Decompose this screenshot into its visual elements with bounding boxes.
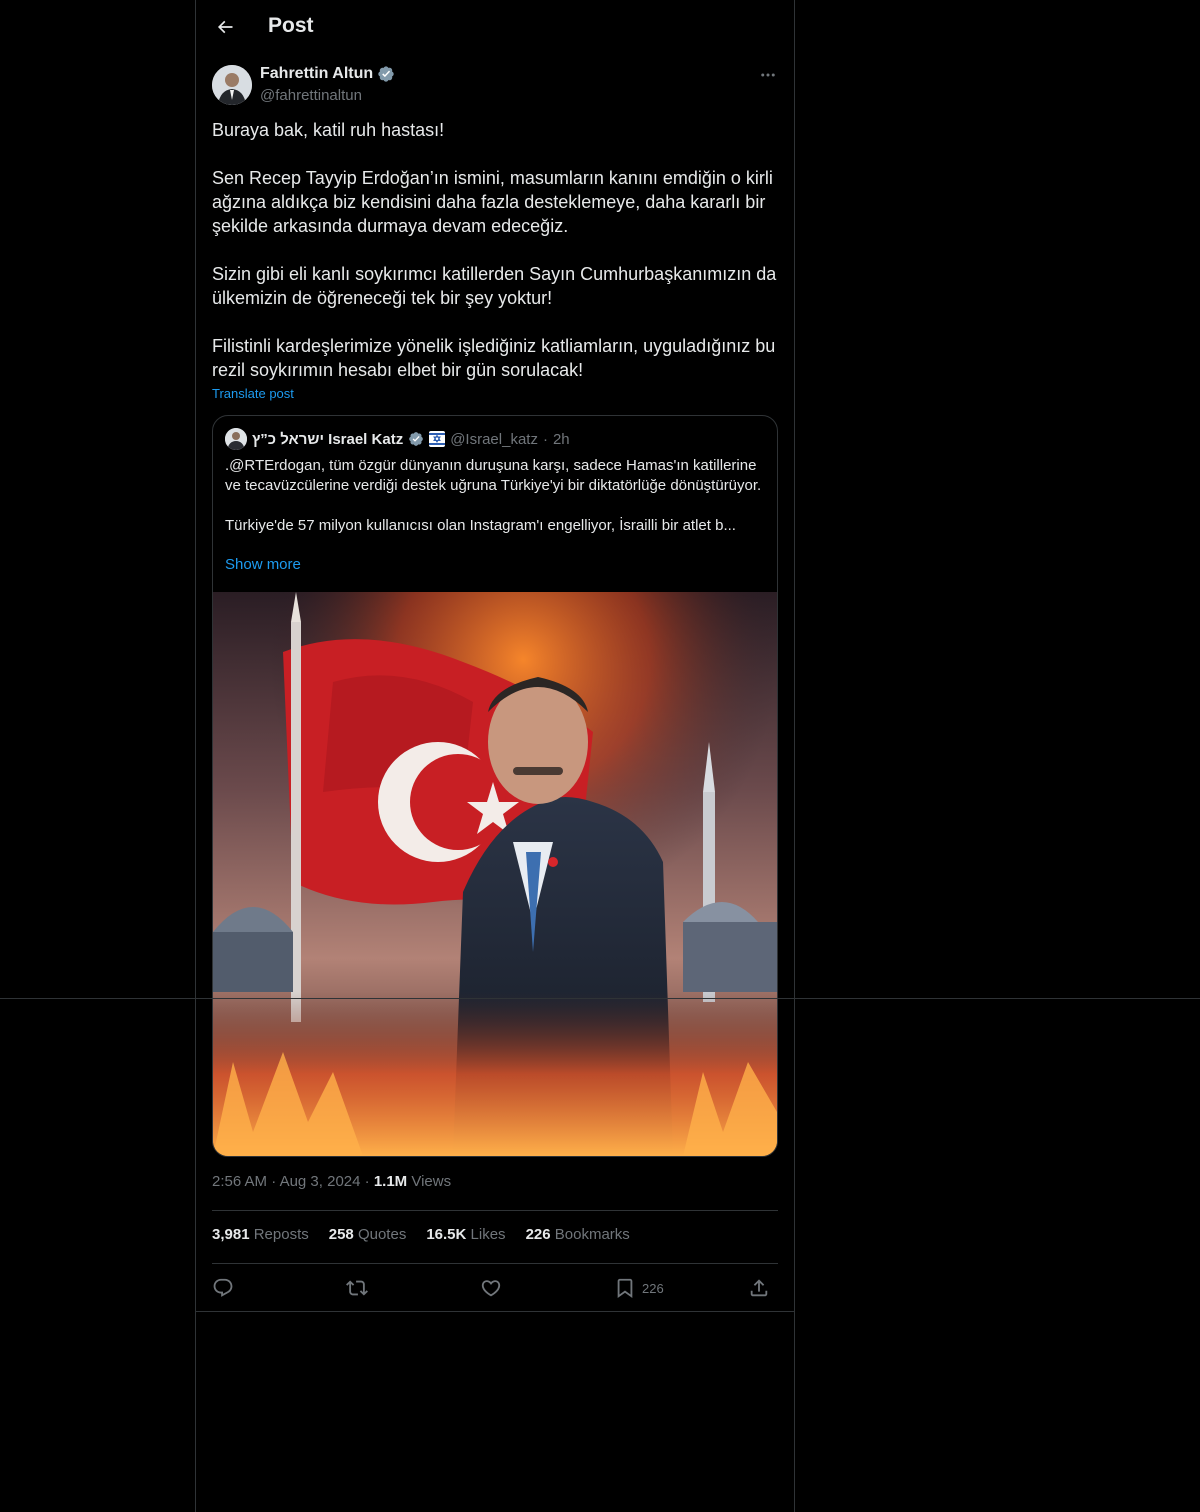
quoted-post-image[interactable] bbox=[213, 592, 777, 1156]
divider bbox=[212, 1263, 778, 1264]
post-date[interactable]: Aug 3, 2024 bbox=[280, 1173, 361, 1190]
verified-badge-icon bbox=[409, 432, 424, 446]
separator-dot: · bbox=[271, 1173, 277, 1190]
stat-label: Quotes bbox=[357, 1226, 407, 1243]
post-meta: 2:56 AM · Aug 3, 2024 · 1.1M Views bbox=[212, 1173, 451, 1190]
horizontal-divider-line bbox=[0, 998, 1200, 999]
repost-button[interactable] bbox=[346, 1276, 368, 1300]
action-bar: 226 bbox=[212, 1272, 778, 1304]
stat-label: Reposts bbox=[253, 1226, 309, 1243]
views-label: Views bbox=[411, 1173, 452, 1190]
post-paragraph: Buraya bak, katil ruh hastası! bbox=[212, 120, 445, 140]
reply-icon bbox=[213, 1278, 233, 1297]
post-paragraph: Sizin gibi eli kanlı soykırımcı katiller… bbox=[212, 264, 777, 308]
post-text: Buraya bak, katil ruh hastası! Sen Recep… bbox=[212, 118, 778, 406]
bookmark-count: 226 bbox=[642, 1280, 664, 1296]
post-stats: 3,981 Reposts 258 Quotes 16.5K Likes 226… bbox=[212, 1226, 630, 1243]
quotes-stat[interactable]: 258 Quotes bbox=[329, 1226, 407, 1243]
views-count: 1.1M bbox=[373, 1173, 408, 1190]
more-icon bbox=[761, 73, 775, 77]
bookmark-button[interactable]: 226 bbox=[614, 1276, 664, 1300]
author-avatar[interactable] bbox=[212, 65, 252, 105]
reply-button[interactable] bbox=[212, 1276, 234, 1300]
quoted-post-text: .@RTErdogan, tüm özgür dünyanın duruşuna… bbox=[225, 456, 765, 556]
post-time[interactable]: 2:56 AM bbox=[212, 1173, 267, 1190]
translate-post-link[interactable]: Translate post bbox=[212, 386, 294, 401]
stat-value: 258 bbox=[328, 1226, 354, 1243]
back-button[interactable] bbox=[210, 12, 240, 42]
heart-icon bbox=[481, 1280, 501, 1297]
quoted-post-header: ישראל כ”ץ Israel Katz @Israel_katz · 2h bbox=[225, 428, 570, 450]
verified-badge-icon bbox=[378, 66, 394, 82]
stat-label: Likes bbox=[470, 1226, 506, 1243]
more-options-button[interactable] bbox=[756, 64, 780, 86]
divider bbox=[196, 1311, 794, 1312]
stat-value: 16.5K bbox=[426, 1226, 467, 1243]
header: Post bbox=[196, 0, 794, 54]
likes-stat[interactable]: 16.5K Likes bbox=[426, 1226, 505, 1243]
stat-value: 226 bbox=[525, 1226, 551, 1243]
bookmark-icon bbox=[617, 1278, 633, 1299]
author-name[interactable]: Fahrettin Altun bbox=[260, 65, 373, 83]
like-button[interactable] bbox=[480, 1276, 502, 1300]
quoted-author-handle: @Israel_katz bbox=[450, 430, 538, 448]
stat-label: Bookmarks bbox=[554, 1226, 630, 1243]
post-paragraph: Sen Recep Tayyip Erdoğan’ın ismini, masu… bbox=[212, 168, 773, 236]
arrow-left-icon bbox=[217, 20, 233, 34]
quoted-post-time: 2h bbox=[552, 430, 570, 448]
separator-dot: · bbox=[542, 430, 548, 448]
page-title: Post bbox=[268, 14, 314, 37]
bookmarks-stat[interactable]: 226 Bookmarks bbox=[526, 1226, 630, 1243]
stat-value: 3,981 bbox=[212, 1226, 250, 1243]
reposts-stat[interactable]: 3,981 Reposts bbox=[212, 1226, 309, 1243]
post-paragraph: Filistinli kardeşlerimize yönelik işledi… bbox=[212, 336, 776, 380]
government-affiliation-icon bbox=[429, 431, 446, 447]
quoted-author-name: ישראל כ”ץ Israel Katz bbox=[252, 430, 404, 448]
separator-dot: · bbox=[364, 1173, 370, 1190]
author-name-row[interactable]: Fahrettin Altun bbox=[260, 65, 395, 83]
author-handle[interactable]: @fahrettinaltun bbox=[260, 87, 362, 104]
repost-icon bbox=[346, 1280, 368, 1296]
quoted-paragraph: Türkiye'de 57 milyon kullanıcısı olan In… bbox=[225, 517, 736, 534]
quoted-author-avatar bbox=[225, 428, 247, 450]
quoted-post[interactable]: ישראל כ”ץ Israel Katz @Israel_katz · 2h … bbox=[212, 415, 778, 1157]
show-more-link[interactable]: Show more bbox=[225, 556, 301, 573]
post-column: Post Fahrettin Altun @fahrettinaltun Bur… bbox=[195, 0, 795, 1512]
quoted-paragraph: .@RTErdogan, tüm özgür dünyanın duruşuna… bbox=[225, 457, 762, 494]
share-button[interactable] bbox=[748, 1276, 770, 1300]
share-icon bbox=[750, 1279, 768, 1297]
divider bbox=[212, 1210, 778, 1211]
